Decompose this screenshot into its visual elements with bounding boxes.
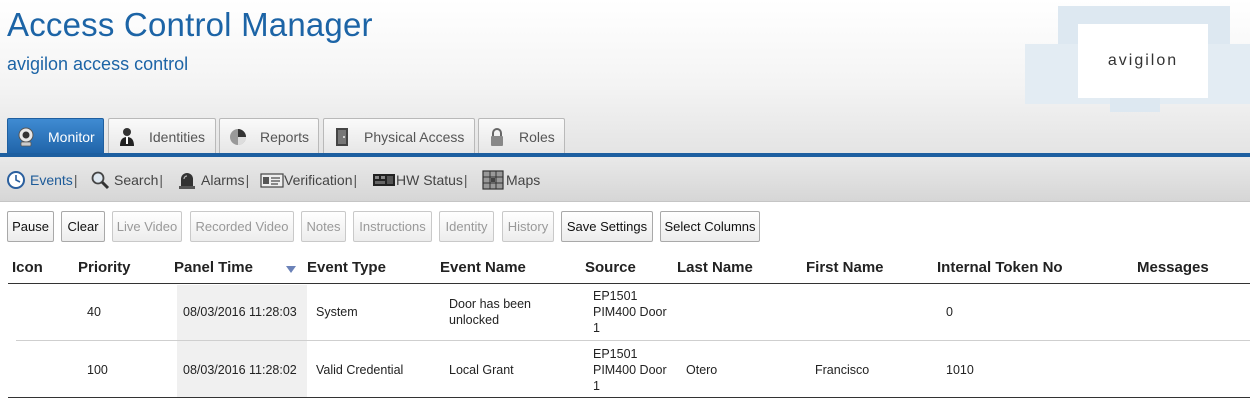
- subnav-alarms[interactable]: Alarms |: [177, 169, 249, 191]
- subnav-maps[interactable]: Maps: [482, 169, 540, 191]
- lock-icon: [486, 126, 508, 148]
- subnav-label: Events: [30, 172, 73, 188]
- column-header-priority[interactable]: Priority: [78, 259, 131, 276]
- tab-monitor[interactable]: Monitor: [7, 118, 104, 154]
- tab-label: Roles: [519, 128, 555, 145]
- table-header-divider: [8, 283, 1250, 284]
- separator: |: [159, 172, 163, 188]
- history-button[interactable]: History: [502, 211, 554, 242]
- map-icon: [482, 170, 504, 190]
- event-name-cell: unlocked: [449, 313, 500, 327]
- door-icon: [331, 126, 353, 148]
- panel-time-cell: 08/03/2016 11:28:03: [183, 305, 297, 319]
- select-columns-button[interactable]: Select Columns: [660, 211, 760, 242]
- avigilon-logo: avigilon: [1078, 24, 1208, 98]
- separator: |: [245, 172, 250, 188]
- tab-label: Monitor: [48, 128, 95, 145]
- tab-roles[interactable]: Roles: [478, 118, 565, 154]
- sort-descending-icon: [286, 266, 296, 273]
- separator: |: [353, 172, 358, 188]
- id-card-icon: [260, 170, 284, 190]
- person-icon: [116, 126, 138, 148]
- subnav-label: Verification: [284, 172, 353, 188]
- app-subtitle: avigilon access control: [7, 54, 189, 74]
- identity-button[interactable]: Identity: [439, 211, 494, 242]
- tab-reports[interactable]: Reports: [219, 118, 319, 154]
- tab-label: Physical Access: [364, 128, 465, 145]
- recorded-video-button[interactable]: Recorded Video: [190, 211, 294, 242]
- subnav-verification[interactable]: Verification |: [260, 169, 357, 191]
- event-type-cell: System: [316, 305, 358, 319]
- sub-navigation: Events | Search | Alarms | Verification | HW…: [0, 157, 1250, 202]
- column-header-source[interactable]: Source: [585, 259, 636, 276]
- token-cell: 1010: [946, 363, 974, 377]
- siren-icon: [177, 170, 197, 190]
- table-bottom-border: [8, 397, 1250, 398]
- app-title: Access Control Manager: [7, 6, 373, 43]
- tab-label: Reports: [260, 128, 310, 145]
- source-cell: PIM400 Door: [593, 305, 667, 319]
- subnav-hw-status[interactable]: HW Status |: [372, 169, 468, 191]
- panel-time-cell: 08/03/2016 11:28:02: [183, 363, 297, 377]
- subnav-search[interactable]: Search |: [90, 169, 163, 191]
- column-header-event-type[interactable]: Event Type: [307, 259, 386, 276]
- pause-button[interactable]: Pause: [7, 211, 54, 242]
- subnav-label: HW Status: [396, 172, 463, 188]
- event-name-cell: Local Grant: [449, 363, 514, 377]
- clear-button[interactable]: Clear: [61, 211, 105, 242]
- tab-identities[interactable]: Identities: [108, 118, 216, 154]
- column-header-messages[interactable]: Messages: [1137, 259, 1209, 276]
- tab-physical-access[interactable]: Physical Access: [323, 118, 475, 154]
- separator: |: [73, 172, 78, 188]
- subnav-label: Alarms: [201, 172, 245, 188]
- column-header-first-name[interactable]: First Name: [806, 259, 884, 276]
- column-header-internal-token-no[interactable]: Internal Token No: [937, 259, 1063, 276]
- first-name-cell: Francisco: [815, 363, 870, 377]
- logo-text: avigilon: [1107, 52, 1179, 69]
- sorted-column-highlight: [177, 285, 307, 397]
- pie-chart-icon: [227, 126, 249, 148]
- webcam-icon: [15, 126, 37, 148]
- source-cell: PIM400 Door: [593, 363, 667, 377]
- column-header-last-name[interactable]: Last Name: [677, 259, 753, 276]
- column-header-panel-time[interactable]: Panel Time: [174, 259, 253, 276]
- subnav-label: Maps: [506, 172, 541, 188]
- source-cell: EP1501: [593, 289, 638, 303]
- magnifier-icon: [90, 170, 110, 190]
- token-cell: 0: [946, 305, 953, 319]
- live-video-button[interactable]: Live Video: [112, 211, 182, 242]
- column-header-event-name[interactable]: Event Name: [440, 259, 526, 276]
- source-cell: EP1501: [593, 347, 638, 361]
- notes-button[interactable]: Notes: [301, 211, 346, 242]
- subnav-events[interactable]: Events |: [6, 169, 77, 191]
- instructions-button[interactable]: Instructions: [353, 211, 432, 242]
- event-type-cell: Valid Credential: [316, 363, 404, 377]
- priority-cell: 40: [87, 305, 101, 319]
- event-name-cell: Door has been: [449, 297, 532, 311]
- priority-cell: 100: [87, 363, 108, 377]
- save-settings-button[interactable]: Save Settings: [561, 211, 653, 242]
- tab-label: Identities: [149, 128, 206, 145]
- clock-icon: [6, 170, 26, 190]
- row-divider: [16, 340, 1250, 341]
- last-name-cell: Otero: [686, 363, 718, 377]
- column-header-icon[interactable]: Icon: [12, 259, 43, 276]
- subnav-label: Search: [114, 172, 159, 188]
- separator: |: [463, 172, 468, 188]
- hardware-icon: [372, 170, 395, 190]
- source-cell: 1: [593, 321, 600, 335]
- source-cell: 1: [593, 379, 600, 393]
